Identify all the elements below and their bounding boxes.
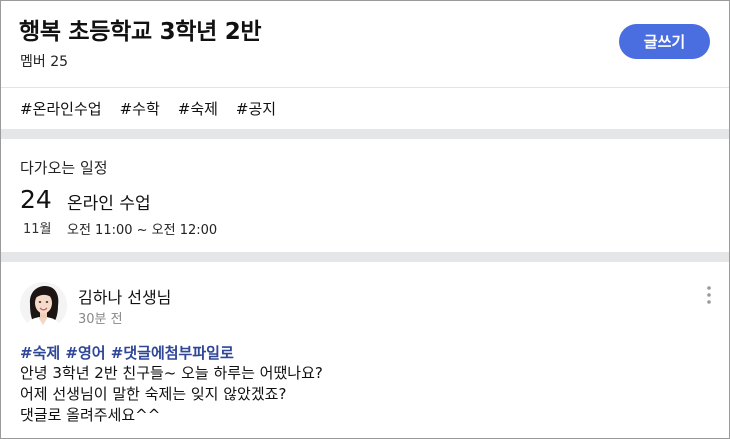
write-button[interactable]: 글쓰기 [619, 24, 710, 59]
post-body: 안녕 3학년 2반 친구들~ 오늘 하루는 어땠나요? 어제 선생님이 말한 숙… [20, 363, 323, 426]
post-hashtags[interactable]: #숙제 #영어 #댓글에첨부파일로 [20, 342, 234, 363]
post-line: 댓글로 올려주세요^^ [20, 406, 161, 424]
hashtag-homework[interactable]: #숙제 [178, 98, 218, 119]
post-line: 어제 선생님이 말한 숙제는 잊지 않았겠죠? [20, 385, 287, 403]
schedule-heading: 다가오는 일정 [20, 159, 108, 177]
schedule-month: 11월 [23, 222, 52, 237]
member-count[interactable]: 멤버 25 [20, 51, 68, 71]
hashtag-online-class[interactable]: #온라인수업 [20, 98, 102, 119]
app-frame: 행복 초등학교 3학년 2반 멤버 25 글쓰기 #온라인수업 #수학 #숙제 … [0, 0, 730, 439]
page-title: 행복 초등학교 3학년 2반 [19, 19, 262, 45]
post-line: 안녕 3학년 2반 친구들~ 오늘 하루는 어땠나요? [20, 364, 323, 382]
more-vertical-icon[interactable] [701, 284, 717, 306]
post-author[interactable]: 김하나 선생님 [78, 284, 171, 308]
teacher-avatar[interactable] [20, 282, 67, 329]
schedule-event-title[interactable]: 온라인 수업 [67, 189, 151, 214]
post-card[interactable]: 김하나 선생님 30분 전 #숙제 #영어 #댓글에첨부파일로 안녕 3학년 2… [1, 262, 729, 438]
band-header: 행복 초등학교 3학년 2반 멤버 25 글쓰기 [1, 1, 729, 88]
hashtag-math[interactable]: #수학 [120, 98, 160, 119]
upcoming-schedule[interactable]: 다가오는 일정 24 11월 온라인 수업 오전 11:00 ~ 오전 12:0… [1, 139, 729, 252]
avatar-portrait [20, 282, 67, 329]
post-timestamp: 30분 전 [78, 312, 123, 327]
hashtag-bar: #온라인수업 #수학 #숙제 #공지 [1, 88, 729, 129]
section-divider [1, 252, 729, 262]
schedule-day: 24 [20, 185, 52, 214]
more-dots [707, 286, 711, 304]
hashtag-notice[interactable]: #공지 [236, 98, 276, 119]
schedule-event-time: 오전 11:00 ~ 오전 12:00 [67, 223, 218, 238]
section-divider [1, 129, 729, 139]
